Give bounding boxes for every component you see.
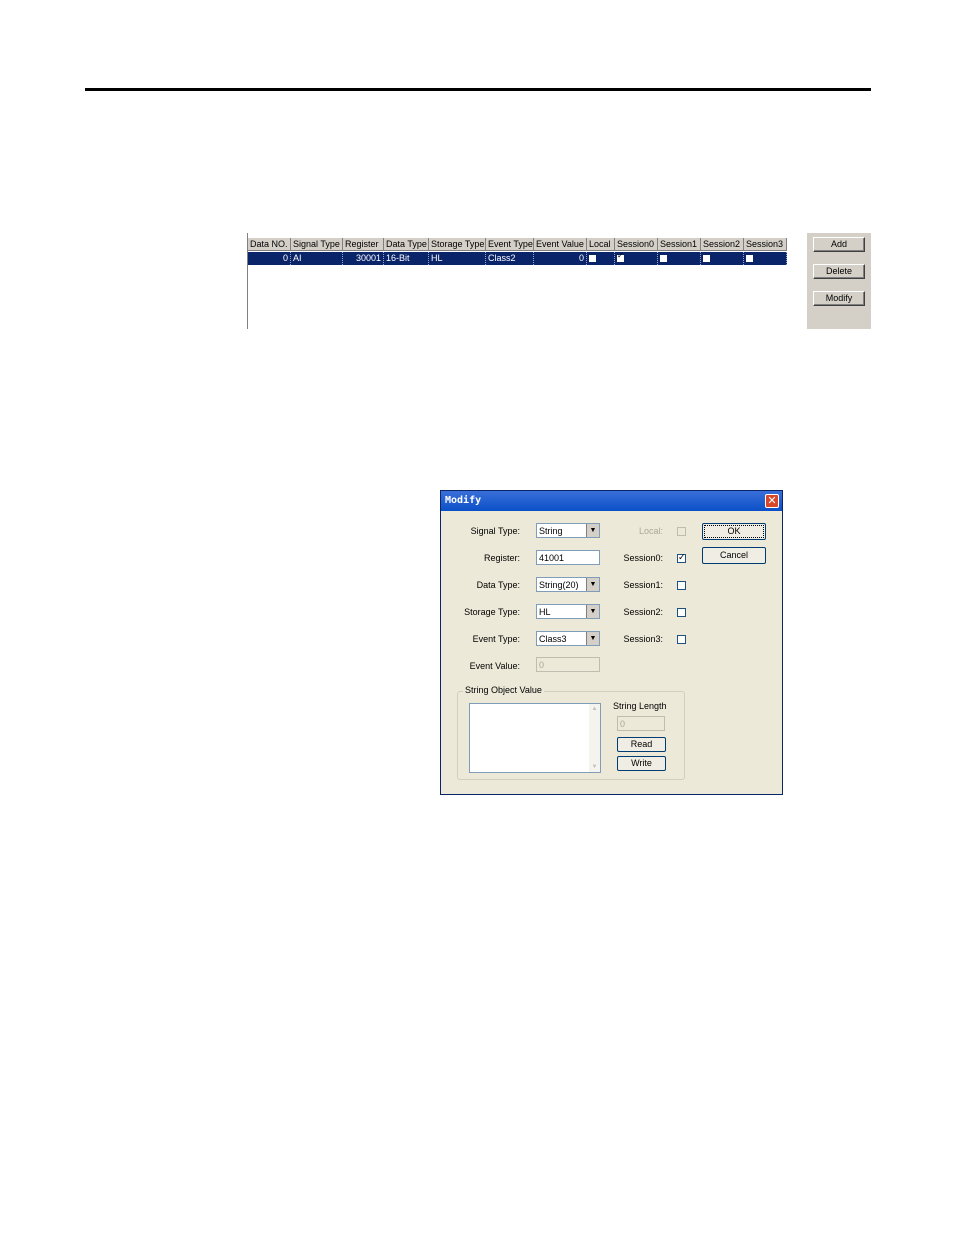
session0-label: Session0: <box>623 553 663 563</box>
string-object-group-label: String Object Value <box>463 685 544 695</box>
event-value-input[interactable]: 0 <box>536 657 600 672</box>
string-length-value: 0 <box>620 719 626 729</box>
grid-header-row: Data NO. Signal Type Register Data Type … <box>248 238 787 251</box>
textarea-scrollbar[interactable]: ▲ ▼ <box>589 704 600 772</box>
session2-checkbox[interactable] <box>703 255 710 262</box>
data-grid[interactable]: Data NO. Signal Type Register Data Type … <box>247 233 807 329</box>
col-header-data-no[interactable]: Data NO. <box>248 238 291 251</box>
session1-checkbox[interactable] <box>660 255 667 262</box>
session3-label: Session3: <box>623 634 663 644</box>
col-header-session3[interactable]: Session3 <box>744 238 787 251</box>
cell-storage-type: HL <box>429 252 486 265</box>
string-object-textarea[interactable]: ▲ ▼ <box>469 703 601 773</box>
event-value-label: Event Value: <box>469 661 520 671</box>
session2-checkbox[interactable] <box>677 608 686 617</box>
local-checkbox[interactable] <box>589 255 596 262</box>
event-type-select[interactable]: Class3 ▼ <box>536 631 600 646</box>
cell-session1 <box>658 252 701 265</box>
col-header-storage-type[interactable]: Storage Type <box>429 238 486 251</box>
cancel-button[interactable]: Cancel <box>702 547 766 564</box>
data-type-label: Data Type: <box>476 580 520 590</box>
cell-local <box>587 252 615 265</box>
signal-type-value: String <box>539 526 563 536</box>
read-button[interactable]: Read <box>617 737 666 752</box>
cell-session2 <box>701 252 744 265</box>
ok-button[interactable]: OK <box>702 523 766 540</box>
col-header-event-value[interactable]: Event Value <box>534 238 587 251</box>
close-icon[interactable]: ✕ <box>765 494 779 508</box>
string-length-label: String Length <box>613 701 667 711</box>
cell-event-value: 0 <box>534 252 587 265</box>
signal-type-select[interactable]: String ▼ <box>536 523 600 538</box>
cell-session0 <box>615 252 658 265</box>
register-value: 41001 <box>539 553 565 563</box>
col-header-local[interactable]: Local <box>587 238 615 251</box>
event-value-value: 0 <box>539 660 545 670</box>
dialog-title-bar[interactable]: Modify ✕ <box>441 491 782 511</box>
string-length-input[interactable]: 0 <box>617 716 665 731</box>
scroll-down-icon[interactable]: ▼ <box>589 762 600 772</box>
session1-label: Session1: <box>623 580 663 590</box>
data-grid-panel: Data NO. Signal Type Register Data Type … <box>247 233 871 329</box>
chevron-down-icon[interactable]: ▼ <box>586 632 599 645</box>
add-button[interactable]: Add <box>813 237 865 252</box>
register-input[interactable]: 41001 <box>536 550 600 565</box>
session3-checkbox[interactable] <box>677 635 686 644</box>
cell-data-no: 0 <box>248 252 291 265</box>
col-header-register[interactable]: Register <box>343 238 384 251</box>
grid-button-column: Add Delete Modify <box>807 233 871 329</box>
session0-checkbox[interactable] <box>677 552 686 563</box>
session3-checkbox[interactable] <box>746 255 753 262</box>
storage-type-value: HL <box>539 607 551 617</box>
table-row[interactable]: 0 AI 30001 16-Bit HL Class2 0 <box>248 252 787 265</box>
event-type-label: Event Type: <box>472 634 520 644</box>
chevron-down-icon[interactable]: ▼ <box>586 524 599 537</box>
cell-register: 30001 <box>343 252 384 265</box>
local-label: Local: <box>638 526 663 536</box>
local-checkbox[interactable] <box>677 527 686 536</box>
cell-event-type: Class2 <box>486 252 534 265</box>
col-header-signal-type[interactable]: Signal Type <box>291 238 343 251</box>
cell-session3 <box>744 252 787 265</box>
col-header-data-type[interactable]: Data Type <box>384 238 429 251</box>
dialog-title: Modify <box>445 495 482 506</box>
cell-signal-type: AI <box>291 252 343 265</box>
event-type-value: Class3 <box>539 634 567 644</box>
col-header-session1[interactable]: Session1 <box>658 238 701 251</box>
modify-button[interactable]: Modify <box>813 291 865 306</box>
modify-dialog: Modify ✕ Signal Type: Register: Data Typ… <box>440 490 783 795</box>
signal-type-label: Signal Type: <box>470 526 520 536</box>
delete-button[interactable]: Delete <box>813 264 865 279</box>
write-button[interactable]: Write <box>617 756 666 771</box>
chevron-down-icon[interactable]: ▼ <box>586 578 599 591</box>
page-rule <box>85 88 871 91</box>
col-header-event-type[interactable]: Event Type <box>486 238 534 251</box>
data-type-value: String(20) <box>539 580 579 590</box>
register-label: Register: <box>483 553 520 563</box>
session0-checkbox[interactable] <box>617 252 624 262</box>
storage-type-label: Storage Type: <box>464 607 520 617</box>
data-type-select[interactable]: String(20) ▼ <box>536 577 600 592</box>
scroll-up-icon[interactable]: ▲ <box>589 704 600 714</box>
session1-checkbox[interactable] <box>677 581 686 590</box>
col-header-session2[interactable]: Session2 <box>701 238 744 251</box>
session2-label: Session2: <box>623 607 663 617</box>
col-header-session0[interactable]: Session0 <box>615 238 658 251</box>
chevron-down-icon[interactable]: ▼ <box>586 605 599 618</box>
storage-type-select[interactable]: HL ▼ <box>536 604 600 619</box>
cell-data-type: 16-Bit <box>384 252 429 265</box>
